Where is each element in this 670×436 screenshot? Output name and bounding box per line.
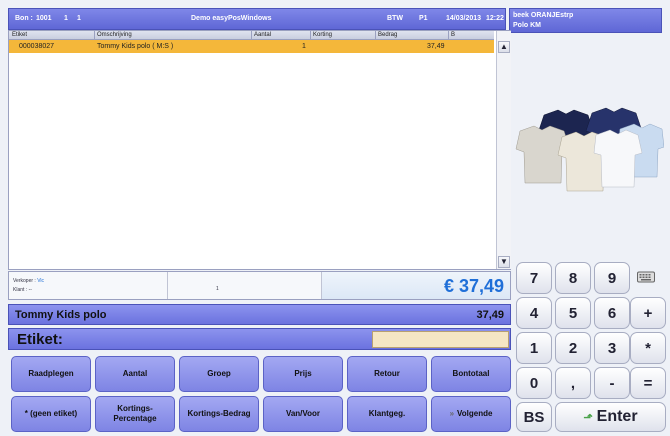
key-equals[interactable]: = [630, 367, 666, 399]
key-3[interactable]: 3 [594, 332, 630, 364]
key-0[interactable]: 0 [516, 367, 552, 399]
raadplegen-button[interactable]: Raadplegen [11, 356, 91, 392]
etiket-bar: Etiket: [8, 328, 511, 350]
article-info-line-2: Polo KM [513, 22, 541, 29]
klant-label: Klant [13, 287, 25, 293]
volgende-button[interactable]: » Volgende [431, 396, 511, 432]
cell-bedrag: 37,49 [427, 43, 445, 50]
key-8[interactable]: 8 [555, 262, 591, 294]
item-count-panel: 1 [167, 272, 322, 299]
verkoper-value: Vic [37, 278, 45, 284]
kortings-bedrag-button[interactable]: Kortings-Bedrag [179, 396, 259, 432]
prijs-button[interactable]: Prijs [263, 356, 343, 392]
key-7[interactable]: 7 [516, 262, 552, 294]
retour-button[interactable]: Retour [347, 356, 427, 392]
key-comma[interactable]: , [555, 367, 591, 399]
scroll-down-arrow-icon[interactable]: ▼ [498, 256, 510, 268]
key-5[interactable]: 5 [555, 297, 591, 329]
enter-label: Enter [596, 408, 638, 425]
cell-omschrijving: Tommy Kids polo ( M:S ) [97, 43, 174, 50]
cell-aantal: 1 [302, 43, 306, 50]
etiket-label: Etiket: [17, 331, 63, 348]
key-backspace[interactable]: BS [516, 402, 552, 432]
key-6[interactable]: 6 [594, 297, 630, 329]
product-image [514, 107, 665, 195]
product-name: Tommy Kids polo [15, 309, 107, 321]
scroll-up-arrow-icon[interactable]: ▲ [498, 41, 510, 53]
enter-button[interactable]: ⬏ Enter [555, 402, 666, 432]
key-9[interactable]: 9 [594, 262, 630, 294]
klant-value: : -- [25, 287, 32, 293]
app-title: Demo easyPosWindows [191, 15, 272, 22]
enter-arrow-icon: ⬏ [583, 411, 593, 424]
article-info-line-1: beek ORANJEstrp [513, 12, 574, 19]
current-product-bar: Tommy Kids polo 37,49 [8, 304, 511, 325]
key-1[interactable]: 1 [516, 332, 552, 364]
volgende-label: Volgende [457, 409, 493, 418]
geen-etiket-button[interactable]: * (geen etiket) [11, 396, 91, 432]
verkoper-label: Verkoper : [13, 278, 36, 284]
column-header-aantal: Aantal [254, 32, 272, 38]
bon-b: 1 [77, 15, 81, 22]
keyboard-icon[interactable] [637, 270, 655, 283]
bon-number: 1001 [36, 15, 52, 22]
column-header-b: B [451, 32, 456, 38]
total-panel: € 37,49 [322, 272, 510, 299]
etiket-input[interactable] [372, 331, 509, 348]
table-row[interactable]: 000038027 Tommy Kids polo ( M:S ) 1 37,4… [9, 40, 494, 53]
sale-meta: Verkoper : Vic Klant : -- [9, 272, 167, 299]
klantgeg-button[interactable]: Klantgeg. [347, 396, 427, 432]
key-multiply[interactable]: * [630, 332, 666, 364]
polo-shirts-illustration [515, 107, 665, 192]
van-voor-button[interactable]: Van/Voor [263, 396, 343, 432]
article-info-panel: beek ORANJEstrp Polo KM [509, 8, 662, 33]
column-header-etiket: Etiket [12, 32, 28, 38]
vertical-scrollbar[interactable]: ▲ ▼ [496, 31, 511, 269]
total-amount: € 37,49 [443, 276, 504, 296]
column-header-korting: Korting [313, 32, 333, 38]
sale-footer: Verkoper : Vic Klant : -- 1 € 37,49 [8, 271, 511, 300]
aantal-button[interactable]: Aantal [95, 356, 175, 392]
key-4[interactable]: 4 [516, 297, 552, 329]
date: 14/03/2013 [446, 15, 482, 22]
btw-value: P1 [419, 15, 428, 22]
key-minus[interactable]: - [594, 367, 630, 399]
column-header-bedrag: Bedrag [378, 32, 398, 38]
key-2[interactable]: 2 [555, 332, 591, 364]
time: 12:22 [486, 15, 504, 22]
bontotaal-button[interactable]: Bontotaal [431, 356, 511, 392]
groep-button[interactable]: Groep [179, 356, 259, 392]
btw-label: BTW [387, 15, 403, 22]
key-plus[interactable]: + [630, 297, 666, 329]
arrow-right-icon: » [449, 409, 455, 418]
receipt-table: Etiket Omschrijving Aantal Korting Bedra… [8, 30, 511, 270]
column-header-omschrijving: Omschrijving [97, 32, 132, 38]
bon-label: Bon : [15, 15, 33, 22]
title-bar: Bon : 1001 1 1 Demo easyPosWindows BTW P… [8, 8, 506, 30]
kortings-percentage-button[interactable]: Kortings-Percentage [95, 396, 175, 432]
product-price: 37,49 [476, 309, 504, 321]
bon-a: 1 [64, 15, 68, 22]
cell-etiket: 000038027 [19, 43, 55, 50]
item-count: 1 [216, 286, 219, 292]
